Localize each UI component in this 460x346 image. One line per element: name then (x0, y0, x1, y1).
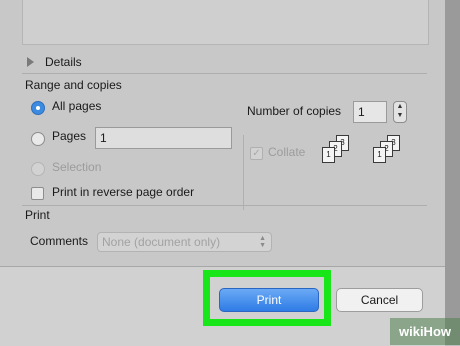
copies-stepper[interactable]: ▲ ▼ (393, 101, 407, 123)
print-preview-area (22, 0, 429, 45)
reverse-order-label[interactable]: Print in reverse page order (52, 185, 194, 199)
selection-label: Selection (52, 160, 102, 174)
print-section-heading: Print (25, 208, 50, 222)
pages-radio[interactable] (31, 132, 45, 146)
comments-select-value: None (document only) (102, 235, 221, 249)
divider (22, 73, 427, 74)
cancel-button[interactable]: Cancel (336, 288, 423, 312)
print-button[interactable]: Print (219, 288, 319, 312)
disclosure-triangle-icon[interactable] (27, 57, 34, 67)
pages-range-input[interactable]: 1 (95, 127, 232, 149)
uncollated-pages-icon: 3 2 1 (371, 135, 403, 169)
copies-label: Number of copies (247, 104, 342, 118)
collate-label: Collate (268, 145, 306, 159)
collate-checkbox: ✓ (250, 147, 263, 160)
comments-select: None (document only) ▲ ▼ (97, 232, 272, 252)
details-label[interactable]: Details (45, 55, 82, 69)
reverse-order-checkbox[interactable] (31, 187, 44, 200)
vertical-divider (243, 135, 244, 210)
selection-radio (31, 162, 45, 176)
all-pages-radio[interactable] (31, 101, 45, 115)
collated-pages-icon: 3 2 1 (320, 135, 352, 169)
comments-label: Comments (30, 234, 89, 248)
copies-input[interactable]: 1 (353, 101, 387, 123)
wikihow-watermark: wikiHow (390, 318, 460, 345)
pages-label[interactable]: Pages (52, 129, 86, 143)
background-window (445, 0, 460, 345)
chevron-updown-icon: ▲ ▼ (259, 235, 266, 249)
all-pages-label[interactable]: All pages (52, 99, 101, 113)
range-and-copies-heading: Range and copies (25, 78, 122, 92)
divider (22, 205, 427, 206)
